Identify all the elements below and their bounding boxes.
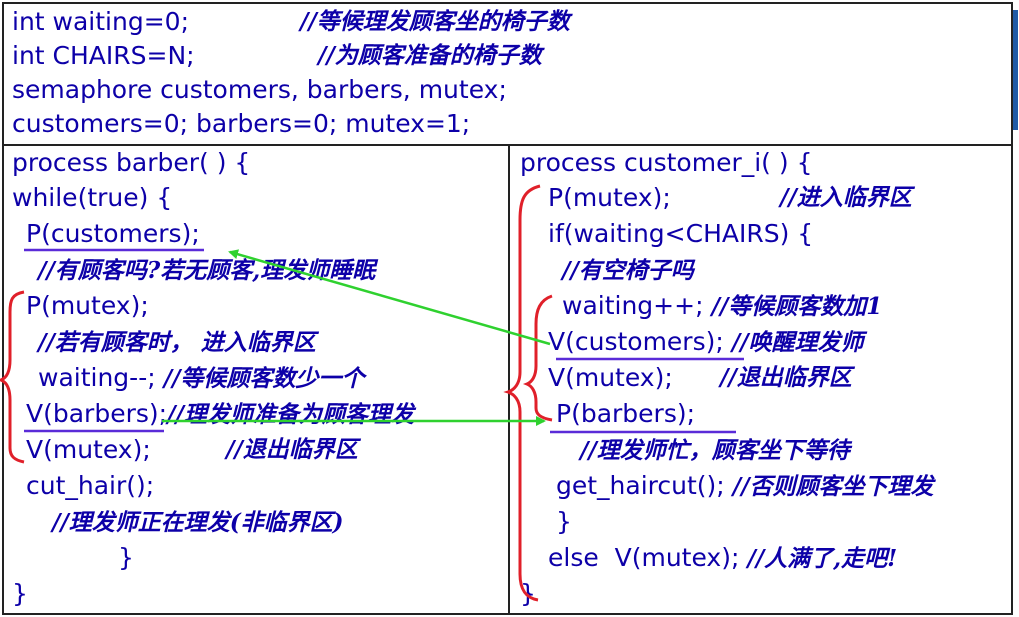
barber-line-4: //有顾客吗?若无顾客,理发师睡眠: [38, 257, 376, 284]
customer-line-12: else V(mutex); //人满了,走吧!: [548, 543, 898, 572]
barber-line-12: }: [118, 543, 134, 572]
barber-line-1: process barber( ) {: [12, 148, 251, 177]
customer-line-10: get_haircut(); //否则顾客坐下理发: [556, 471, 934, 500]
barber-line-7: waiting--; //等候顾客数少一个: [38, 363, 365, 392]
barber-line-10: cut_hair();: [26, 471, 155, 500]
decl-line-chairs: int CHAIRS=N;//为顾客准备的椅子数: [12, 41, 542, 70]
customer-line-7: V(mutex);//退出临界区: [548, 363, 852, 392]
barber-line-9: V(mutex);//退出临界区: [26, 435, 358, 464]
barber-line-8: V(barbers);//理发师准备为顾客理发: [26, 399, 414, 428]
barber-line-2: while(true) {: [12, 183, 173, 212]
customer-line-9: //理发师忙，顾客坐下等待: [580, 437, 850, 464]
barber-line-13: }: [12, 579, 28, 608]
customer-line-5: waiting++; //等候顾客数加1: [562, 291, 883, 320]
customer-line-13: }: [520, 579, 536, 608]
barber-line-3: P(customers);: [26, 219, 200, 248]
customer-line-8: P(barbers);: [556, 399, 696, 428]
decl-line-init: customers=0; barbers=0; mutex=1;: [12, 109, 471, 138]
customer-line-11: }: [556, 507, 572, 536]
slide: int waiting=0;//等候理发顾客坐的椅子数 int CHAIRS=N…: [0, 0, 1019, 617]
customer-line-4: //有空椅子吗: [562, 257, 694, 284]
barber-line-6: //若有顾客时， 进入临界区: [38, 329, 316, 356]
decl-line-waiting: int waiting=0;//等候理发顾客坐的椅子数: [12, 7, 570, 36]
customer-line-3: if(waiting<CHAIRS) {: [548, 219, 814, 248]
barber-line-5: P(mutex);: [26, 291, 149, 320]
customer-line-2: P(mutex);//进入临界区: [548, 183, 912, 212]
customer-line-1: process customer_i( ) {: [520, 148, 813, 177]
decl-line-semaphores: semaphore customers, barbers, mutex;: [12, 75, 507, 104]
customer-line-6: V(customers); //唤醒理发师: [548, 327, 864, 356]
edge-accent-bar: [1013, 10, 1018, 130]
barber-line-11: //理发师正在理发(非临界区): [52, 509, 344, 536]
